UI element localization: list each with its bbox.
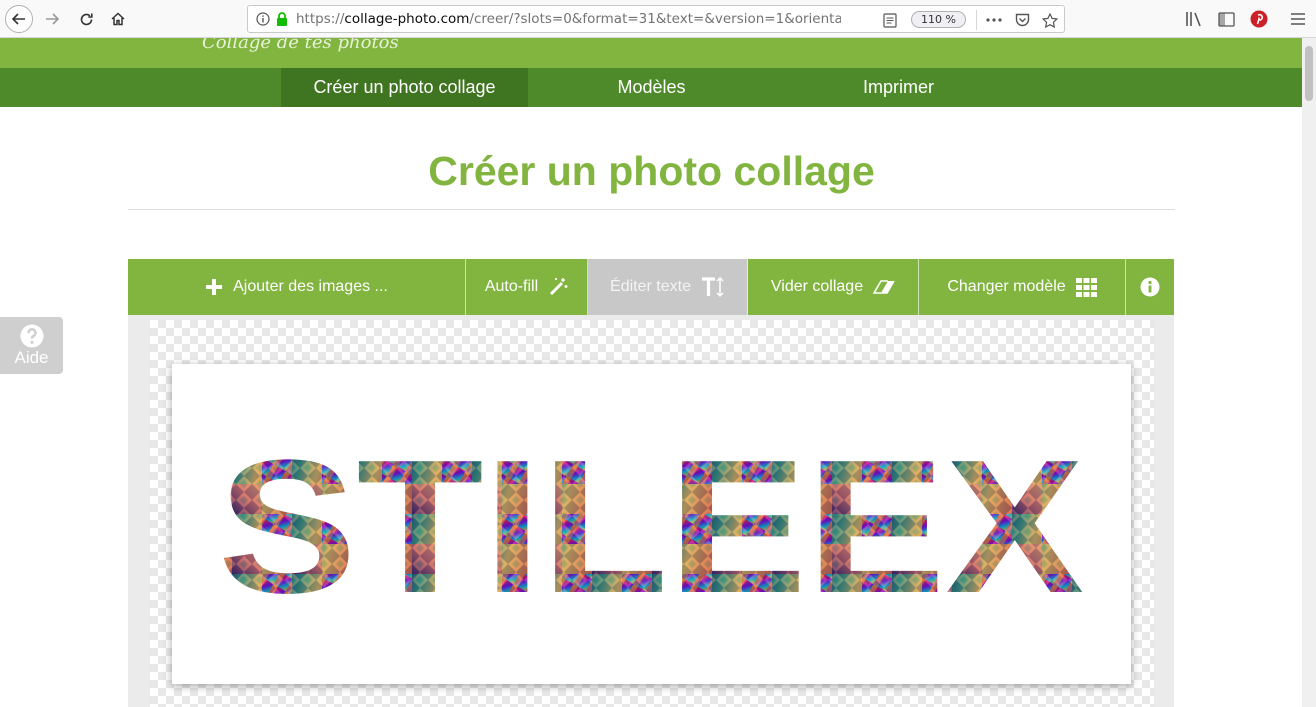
url-text[interactable]: https://collage-photo.com/creer/?slots=0… xyxy=(296,11,841,27)
pocket-icon[interactable] xyxy=(1013,11,1031,29)
title-divider xyxy=(128,209,1175,210)
collage-toolbar: Ajouter des images ... Auto-fill Éditer … xyxy=(128,259,1174,315)
help-tab[interactable]: Aide xyxy=(0,317,63,374)
page-scrollbar[interactable] xyxy=(1302,38,1316,707)
edit-text-button[interactable]: Éditer texte xyxy=(588,259,748,315)
page-title: Créer un photo collage xyxy=(428,148,875,194)
url-host: collage-photo.com xyxy=(344,11,470,27)
scrollbar-thumb[interactable] xyxy=(1305,46,1313,101)
back-button[interactable] xyxy=(5,5,33,33)
info-icon[interactable] xyxy=(256,12,270,26)
edit-text-label: Éditer texte xyxy=(610,278,691,295)
auto-fill-button[interactable]: Auto-fill xyxy=(466,259,588,315)
nav-templates[interactable]: Modèles xyxy=(528,68,775,107)
clear-collage-label: Vider collage xyxy=(770,278,864,295)
help-label: Aide xyxy=(14,347,49,367)
pinterest-icon[interactable] xyxy=(1249,9,1269,29)
eraser-icon xyxy=(873,279,895,295)
home-button[interactable] xyxy=(104,5,132,33)
bookmark-star-icon[interactable] xyxy=(1041,11,1059,29)
add-images-label: Ajouter des images ... xyxy=(233,278,388,295)
site-nav: Créer un photo collage Modèles Imprimer xyxy=(0,68,1302,107)
reload-button[interactable] xyxy=(72,5,100,33)
site-logo[interactable]: Collage de tes photos xyxy=(202,38,399,53)
url-bar[interactable]: https://collage-photo.com/creer/?slots=0… xyxy=(247,5,1065,33)
url-path: /creer/?slots=0&format=31&text=&version=… xyxy=(469,11,841,27)
nav-print[interactable]: Imprimer xyxy=(775,68,1022,107)
nav-create-collage[interactable]: Créer un photo collage xyxy=(281,68,528,107)
reader-view-icon[interactable] xyxy=(881,11,899,29)
site-header: Collage de tes photos xyxy=(0,38,1302,68)
library-icon[interactable] xyxy=(1184,9,1204,29)
editor-area: STILEEX STILEEX xyxy=(128,315,1174,707)
add-images-button[interactable]: Ajouter des images ... xyxy=(128,259,466,315)
url-scheme: https:// xyxy=(296,11,345,27)
browser-toolbar: https://collage-photo.com/creer/?slots=0… xyxy=(0,0,1316,38)
url-divider xyxy=(976,10,977,30)
collage-text-art: STILEEX STILEEX xyxy=(218,421,1084,633)
zoom-badge[interactable]: 110 % xyxy=(911,11,966,28)
collage-canvas[interactable]: STILEEX STILEEX xyxy=(172,364,1131,684)
home-icon xyxy=(111,12,125,26)
info-circle-icon xyxy=(1140,277,1160,297)
grid-icon xyxy=(1075,277,1097,297)
page-actions-icon[interactable] xyxy=(985,11,1003,29)
collage-letters-overlay: STILEEX xyxy=(218,421,1084,633)
change-template-label: Changer modèle xyxy=(947,278,1066,295)
magic-wand-icon xyxy=(548,277,568,297)
back-arrow-icon xyxy=(12,13,25,25)
forward-button[interactable] xyxy=(38,5,66,33)
lock-icon xyxy=(276,12,288,26)
reload-icon xyxy=(80,13,93,25)
forward-arrow-icon xyxy=(46,13,59,25)
sidebar-icon[interactable] xyxy=(1216,9,1236,29)
hamburger-menu-icon[interactable] xyxy=(1288,9,1308,29)
auto-fill-label: Auto-fill xyxy=(484,278,539,295)
clear-collage-button[interactable]: Vider collage xyxy=(748,259,919,315)
text-size-icon xyxy=(701,276,725,298)
change-template-button[interactable]: Changer modèle xyxy=(919,259,1126,315)
info-button[interactable] xyxy=(1126,259,1174,315)
question-circle-icon xyxy=(20,324,44,348)
plus-icon xyxy=(205,278,223,296)
